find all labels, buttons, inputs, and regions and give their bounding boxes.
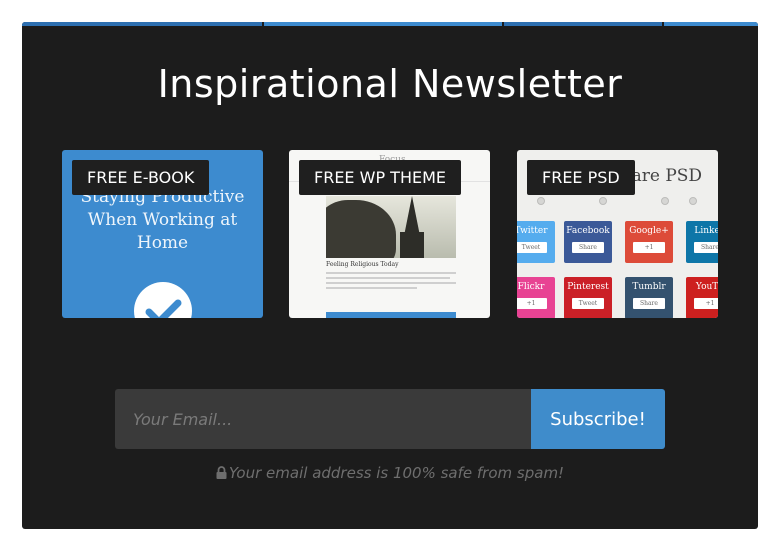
card-free-wp-theme[interactable]: FREE WP THEME Focus Feeling Religious To… <box>289 150 490 318</box>
psd-preview-pinterest-button: Pinterest Tweet <box>564 277 612 318</box>
psd-preview-tumblr-button: Tumblr Share <box>625 277 673 318</box>
psd-preview-facebook-button: Facebook Share <box>564 221 612 263</box>
psd-preview-dot <box>599 197 607 205</box>
wp-preview-text-lines <box>326 272 456 292</box>
newsletter-title: Inspirational Newsletter <box>157 62 623 106</box>
wp-preview-image <box>326 196 456 258</box>
psd-preview-linkedin-button: Linked Share <box>686 221 718 263</box>
spam-safe-text: Your email address is 100% safe from spa… <box>228 464 565 482</box>
psd-preview-dot <box>689 197 697 205</box>
spam-safe-note: Your email address is 100% safe from spa… <box>22 464 758 483</box>
psd-preview-youtube-button: YouTu +1 <box>686 277 718 318</box>
top-accent-bar <box>22 22 758 26</box>
ebook-preview-title: Staying Productive When Working at Home <box>80 187 245 253</box>
card-badge: FREE E-BOOK <box>72 160 210 195</box>
card-free-psd[interactable]: FREE PSD Share PSD Twitter Tweet Faceboo… <box>517 150 718 318</box>
subscribe-button[interactable]: Subscribe! <box>531 389 665 449</box>
newsletter-panel: Inspirational Newsletter FREE E-BOOK Sta… <box>22 22 758 529</box>
card-free-ebook[interactable]: FREE E-BOOK Staying Productive When Work… <box>62 150 263 318</box>
psd-preview-twitter-button: Twitter Tweet <box>517 221 555 263</box>
psd-preview-googleplus-button: Google+ +1 <box>625 221 673 263</box>
checkmark-icon <box>134 282 192 318</box>
wp-preview-footer-image <box>326 312 456 318</box>
psd-preview-flickr-button: Flickr +1 <box>517 277 555 318</box>
wp-preview-post-title: Feeling Religious Today <box>326 261 399 268</box>
card-badge: FREE WP THEME <box>299 160 462 195</box>
psd-preview-dot <box>537 197 545 205</box>
card-badge: FREE PSD <box>527 160 635 195</box>
lock-icon <box>216 465 227 483</box>
email-input[interactable] <box>115 389 532 449</box>
psd-preview-dot <box>661 197 669 205</box>
